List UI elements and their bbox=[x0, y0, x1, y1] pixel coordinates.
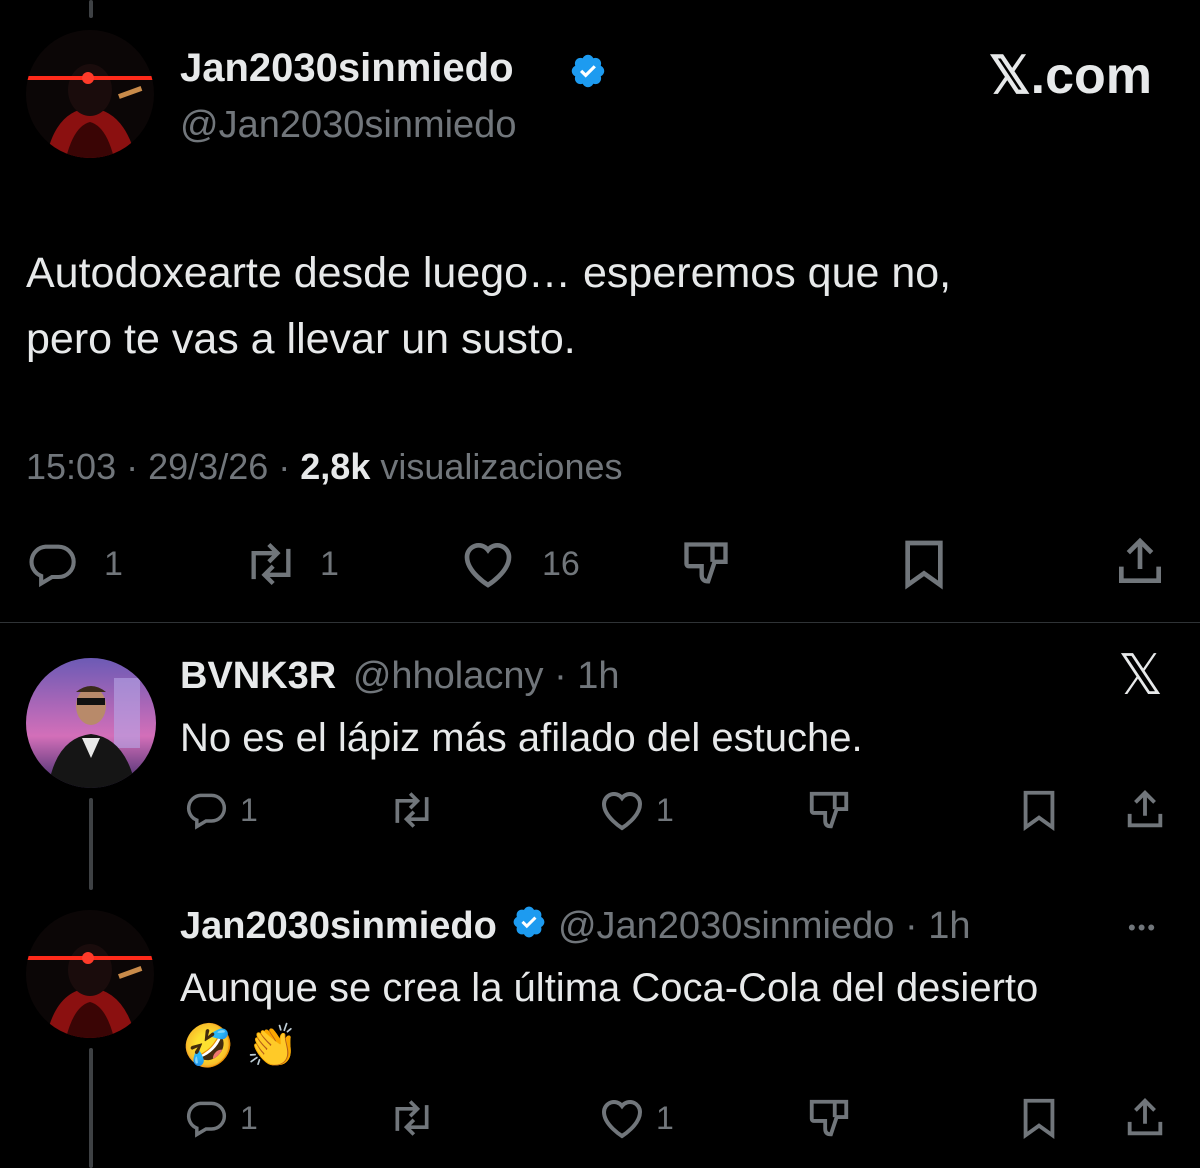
x-logo: 𝕏.com bbox=[988, 47, 1152, 105]
heart-icon bbox=[464, 543, 512, 588]
share-button[interactable] bbox=[1122, 786, 1168, 834]
bookmark-icon bbox=[1023, 790, 1055, 831]
bookmark-button[interactable] bbox=[896, 536, 952, 592]
reply-header: BVNK3R @hholacny · 1h bbox=[180, 652, 620, 700]
display-name[interactable]: BVNK3R bbox=[180, 655, 336, 697]
like-count: 1 bbox=[656, 1099, 674, 1136]
reply-icon bbox=[186, 1101, 227, 1138]
bookmark-button[interactable] bbox=[1016, 1094, 1062, 1142]
tweet-time[interactable]: 15:03 bbox=[26, 446, 116, 487]
like-count: 1 bbox=[656, 791, 674, 828]
share-icon bbox=[1127, 1098, 1163, 1136]
repost-icon bbox=[395, 792, 429, 828]
reply-button[interactable]: 1 bbox=[184, 788, 258, 832]
tweet-date[interactable]: 29/3/26 bbox=[148, 446, 268, 487]
heart-icon bbox=[601, 1100, 643, 1139]
reply-time[interactable]: 1h bbox=[577, 655, 619, 697]
views-count: 2,8k bbox=[300, 446, 371, 487]
thread-line-top bbox=[89, 0, 93, 18]
share-button[interactable] bbox=[1122, 1094, 1168, 1142]
separator: · bbox=[126, 446, 139, 487]
dislike-button[interactable] bbox=[806, 1096, 852, 1142]
user-handle[interactable]: @hholacny bbox=[353, 655, 544, 697]
verified-badge-icon bbox=[569, 52, 607, 95]
like-button[interactable]: 16 bbox=[460, 538, 580, 590]
thread-line-bottom bbox=[89, 1048, 93, 1168]
reply-header: Jan2030sinmiedo @Jan2030sinmiedo · 1h bbox=[180, 902, 970, 952]
repost-count: 1 bbox=[320, 544, 339, 583]
reply-count: 1 bbox=[240, 1099, 258, 1136]
separator: · bbox=[904, 905, 918, 947]
bookmark-icon bbox=[905, 540, 943, 590]
user-handle[interactable]: @Jan2030sinmiedo bbox=[558, 905, 894, 947]
like-button[interactable]: 1 bbox=[598, 788, 674, 832]
reply-text: No es el lápiz más afilado del estuche. bbox=[180, 716, 863, 760]
separator: · bbox=[554, 655, 567, 697]
dislike-button[interactable] bbox=[678, 538, 734, 590]
tweet-text-line: Autodoxearte desde luego… esperemos que … bbox=[26, 249, 952, 297]
avatar[interactable] bbox=[26, 910, 154, 1038]
user-handle[interactable]: @Jan2030sinmiedo bbox=[180, 102, 516, 148]
thumbs-down-icon bbox=[809, 1099, 849, 1137]
verified-badge-icon bbox=[511, 904, 547, 952]
repost-icon bbox=[395, 1100, 429, 1136]
reply-icon bbox=[29, 544, 76, 588]
repost-button[interactable]: 1 bbox=[240, 538, 339, 590]
thumbs-down-icon bbox=[684, 542, 728, 584]
reply-button[interactable]: 1 bbox=[26, 538, 123, 590]
bookmark-button[interactable] bbox=[1016, 786, 1062, 834]
thread-line-mid bbox=[89, 798, 93, 890]
reply-button[interactable]: 1 bbox=[184, 1096, 258, 1140]
reply-time[interactable]: 1h bbox=[928, 905, 970, 947]
reply-icon bbox=[186, 793, 227, 830]
bookmark-icon bbox=[1023, 1098, 1055, 1139]
tweet-text: Autodoxearte desde luego… esperemos que … bbox=[26, 240, 951, 372]
repost-button[interactable] bbox=[386, 788, 438, 832]
repost-icon bbox=[251, 542, 291, 586]
avatar[interactable] bbox=[26, 30, 154, 158]
repost-button[interactable] bbox=[386, 1096, 438, 1140]
like-count: 16 bbox=[542, 544, 580, 583]
reply-text: Aunque se crea la última Coca-Cola del d… bbox=[180, 966, 1039, 1010]
reply-count: 1 bbox=[104, 544, 123, 583]
close-x-icon[interactable]: 𝕏 bbox=[1118, 644, 1163, 706]
tweet-meta: 15:03 · 29/3/26 · 2,8k visualizaciones bbox=[26, 445, 623, 489]
avatar[interactable] bbox=[26, 658, 156, 788]
reply-emoji: 🤣 👏 bbox=[182, 1022, 299, 1069]
display-name[interactable]: Jan2030sinmiedo bbox=[180, 44, 514, 92]
more-options-icon[interactable]: ••• bbox=[1128, 908, 1157, 948]
display-name[interactable]: Jan2030sinmiedo bbox=[180, 905, 497, 947]
like-button[interactable]: 1 bbox=[598, 1096, 674, 1140]
divider bbox=[0, 622, 1200, 623]
reply-count: 1 bbox=[240, 791, 258, 828]
share-button[interactable] bbox=[1112, 534, 1168, 590]
heart-icon bbox=[601, 792, 643, 831]
tweet-text-line: pero te vas a llevar un susto. bbox=[26, 315, 576, 363]
thumbs-down-icon bbox=[809, 791, 849, 829]
dislike-button[interactable] bbox=[806, 788, 852, 834]
views-label: visualizaciones bbox=[380, 446, 623, 487]
separator: · bbox=[278, 446, 291, 487]
share-icon bbox=[1127, 790, 1163, 828]
share-icon bbox=[1119, 537, 1161, 583]
